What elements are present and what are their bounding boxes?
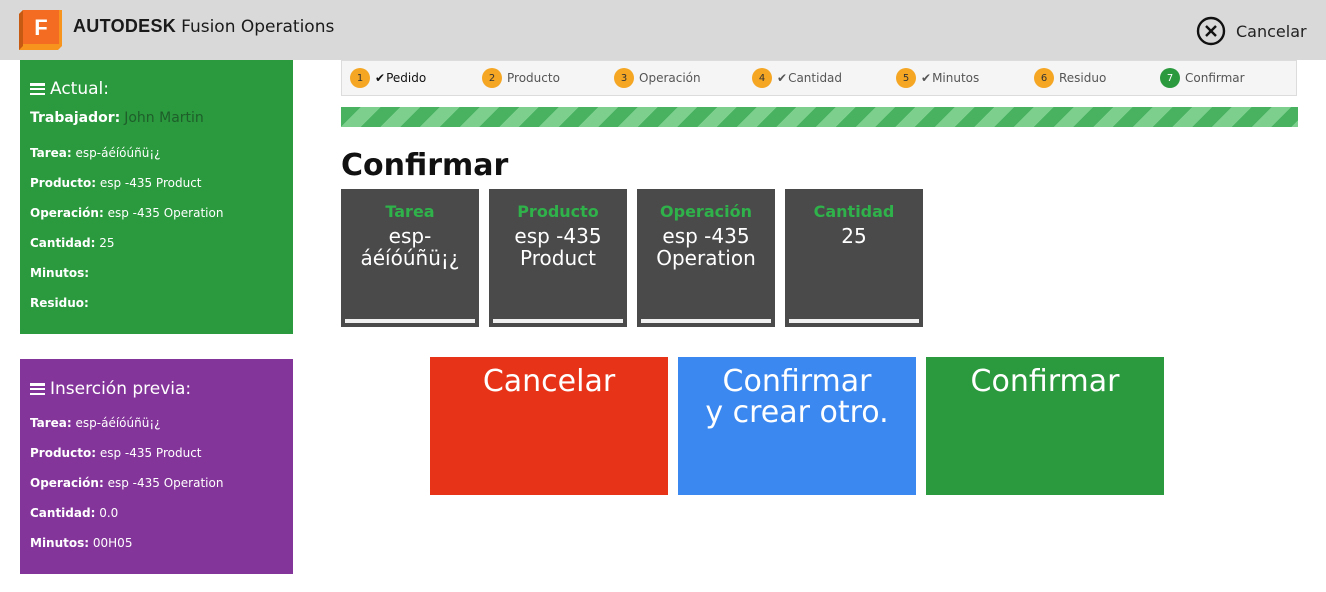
- check-icon: ✔: [921, 71, 932, 85]
- top-bar: F AUTODESK Fusion Operations Cancelar: [0, 0, 1326, 60]
- step-label: Minutos: [932, 71, 980, 85]
- autodesk-fusion-logo: F: [19, 10, 62, 50]
- brand-bold: AUTODESK: [73, 16, 177, 36]
- previous-minutes-row: Minutos: 00H05: [30, 536, 133, 550]
- tile-value: esp -435 Operation: [656, 224, 756, 270]
- step-number: 3: [614, 68, 634, 88]
- confirm-button-label: Confirmar: [970, 364, 1120, 399]
- step-number: 5: [896, 68, 916, 88]
- header-cancel-button[interactable]: Cancelar: [1196, 16, 1307, 46]
- worker-value: John Martin: [124, 110, 204, 126]
- step-residuo[interactable]: 6 Residuo: [1034, 68, 1106, 88]
- previous-product-row: Producto: esp -435 Product: [30, 446, 202, 460]
- tile-label: Tarea: [385, 202, 435, 221]
- menu-icon: [30, 83, 45, 95]
- previous-quantity-row: Cantidad: 0.0: [30, 506, 119, 520]
- step-label: Operación: [639, 71, 701, 85]
- step-producto[interactable]: 2 Producto: [482, 68, 560, 88]
- progress-bar: [341, 107, 1298, 127]
- summary-tile-operation: Operación esp -435 Operation: [637, 189, 775, 327]
- tile-label: Producto: [517, 202, 599, 221]
- current-product-row: Producto: esp -435 Product: [30, 176, 202, 190]
- summary-tile-quantity: Cantidad 25: [785, 189, 923, 327]
- tile-value: 25: [841, 224, 867, 248]
- page-title: Confirmar: [341, 148, 509, 183]
- step-wizard: 1 ✔ Pedido 2 Producto 3 Operación 4 ✔ Ca…: [341, 60, 1297, 96]
- previous-entry-title: Inserción previa:: [30, 379, 191, 399]
- current-entry-title: Actual:: [30, 79, 109, 99]
- previous-entry-title-text: Inserción previa:: [50, 379, 192, 399]
- close-circle-icon: [1196, 16, 1226, 46]
- current-entry-panel: Actual: Trabajador: John Martin Tarea: es…: [20, 60, 293, 334]
- current-operation-row: Operación: esp -435 Operation: [30, 206, 224, 220]
- menu-icon: [30, 383, 45, 395]
- confirm-and-create-another-label: Confirmar y crear otro.: [705, 364, 889, 430]
- step-number: 4: [752, 68, 772, 88]
- summary-tile-product: Producto esp -435 Product: [489, 189, 627, 327]
- step-label: Pedido: [386, 71, 427, 85]
- worker-row: Trabajador: John Martin: [30, 110, 204, 126]
- previous-task-row: Tarea: esp-áéíóúñü¡¿: [30, 416, 161, 430]
- header-cancel-label: Cancelar: [1236, 21, 1307, 41]
- current-minutes-row: Minutos:: [30, 266, 90, 280]
- step-number: 7: [1160, 68, 1180, 88]
- previous-entry-panel: Inserción previa: Tarea: esp-áéíóúñü¡¿ P…: [20, 359, 293, 574]
- current-task-row: Tarea: esp-áéíóúñü¡¿: [30, 146, 161, 160]
- step-operacion[interactable]: 3 Operación: [614, 68, 701, 88]
- step-number: 6: [1034, 68, 1054, 88]
- check-icon: ✔: [777, 71, 788, 85]
- summary-tile-task: Tarea esp-áéíóúñü¡¿: [341, 189, 479, 327]
- step-number: 2: [482, 68, 502, 88]
- step-confirmar[interactable]: 7 Confirmar: [1160, 68, 1245, 88]
- step-pedido[interactable]: 1 ✔ Pedido: [350, 68, 426, 88]
- tile-value: esp-áéíóúñü¡¿: [360, 224, 460, 270]
- tile-underline: [493, 319, 623, 323]
- cancel-button-label: Cancelar: [482, 364, 616, 399]
- confirm-and-create-another-button[interactable]: Confirmar y crear otro.: [678, 357, 916, 495]
- previous-operation-row: Operación: esp -435 Operation: [30, 476, 224, 490]
- current-entry-title-text: Actual:: [50, 79, 109, 99]
- cancel-button[interactable]: Cancelar: [430, 357, 668, 495]
- step-label: Producto: [507, 71, 560, 85]
- step-label: Residuo: [1059, 71, 1107, 85]
- step-label: Cantidad: [788, 71, 843, 85]
- tile-underline: [789, 319, 919, 323]
- tile-label: Cantidad: [813, 202, 895, 221]
- tile-label: Operación: [660, 202, 752, 221]
- tile-underline: [345, 319, 475, 323]
- tile-underline: [641, 319, 771, 323]
- current-waste-row: Residuo:: [30, 296, 89, 310]
- confirm-button[interactable]: Confirmar: [926, 357, 1164, 495]
- step-label: Confirmar: [1185, 71, 1245, 85]
- step-number: 1: [350, 68, 370, 88]
- step-cantidad[interactable]: 4 ✔ Cantidad: [752, 68, 842, 88]
- svg-text:F: F: [34, 15, 47, 40]
- brand-title: AUTODESK Fusion Operations: [73, 16, 334, 37]
- step-minutos[interactable]: 5 ✔ Minutos: [896, 68, 979, 88]
- worker-label: Trabajador:: [30, 110, 121, 126]
- tile-value: esp -435 Product: [514, 224, 602, 270]
- current-quantity-row: Cantidad: 25: [30, 236, 115, 250]
- check-icon: ✔: [375, 71, 386, 85]
- brand-rest: Fusion Operations: [181, 17, 335, 37]
